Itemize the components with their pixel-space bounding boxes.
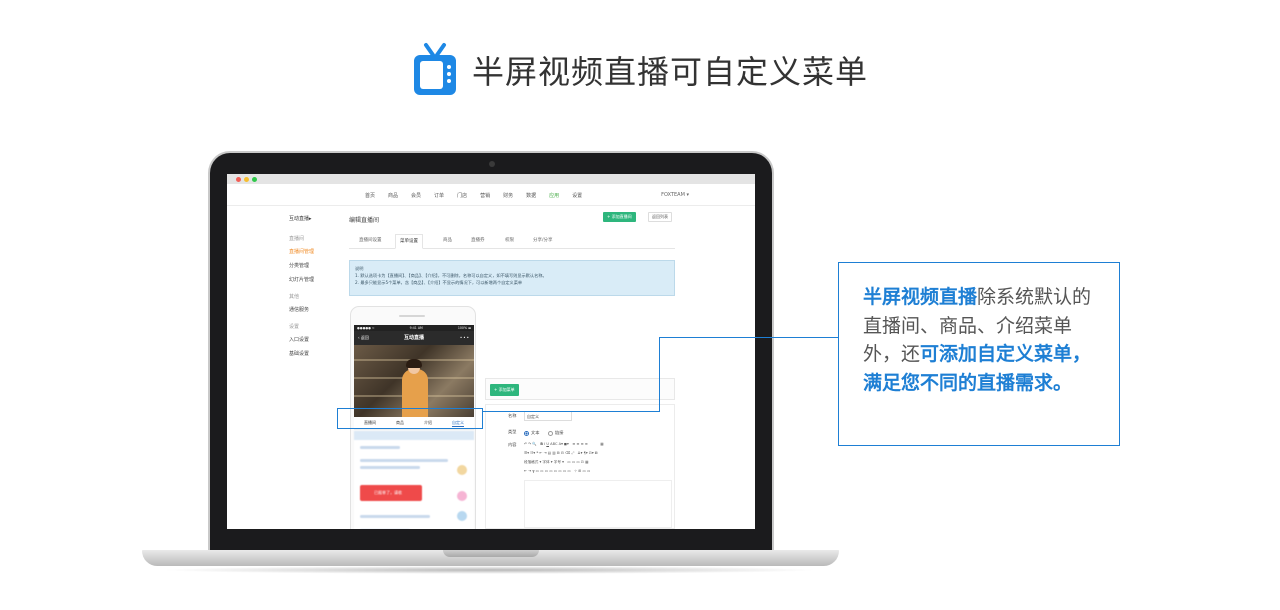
menu-editor: 名称 自定义 类型 文本 链接 内容 ↶ ↷ 🔍 B I U ABC A▾ ◼▾… bbox=[485, 404, 675, 529]
presenter-hair bbox=[406, 359, 422, 368]
top-navigation: 首页 商品 会员 订单 门店 营销 财务 数据 应用 设置 FOXTEAM ▾ bbox=[227, 184, 755, 206]
headline: 半屏视频直播可自定义菜单 bbox=[0, 40, 1280, 100]
callout-connector bbox=[482, 411, 660, 412]
format-selectors[interactable]: 段落格式 ▾ 字体 ▾ 字号 ▾ bbox=[524, 460, 564, 464]
minimize-window-button[interactable] bbox=[244, 176, 249, 182]
laptop-notch bbox=[443, 550, 539, 557]
nav-item-home[interactable]: 首页 bbox=[365, 192, 375, 199]
notice-box: 说明 1. 默认选项卡为【直播间】、【商品】、【介绍】，不可删除，名称可以自定义… bbox=[349, 260, 675, 296]
page-title: 编辑直播间 bbox=[349, 217, 380, 224]
content-label: 内容 bbox=[508, 442, 517, 447]
sidebar-item-basic[interactable]: 基础设置 bbox=[289, 350, 349, 357]
sidebar-section-title: 直播间 bbox=[289, 236, 305, 242]
toolbar-row: ⇤ ⇥ ┳ ▭ ▭ ▭ ▭ ▭ ▭ ▭ ▭ ⊹ ⊞ ▭ ▭ bbox=[524, 469, 591, 473]
sidebar-section-title: 其他 bbox=[289, 294, 300, 300]
sidebar-section-title: 设置 bbox=[289, 324, 300, 330]
tab-goods[interactable]: 商品 bbox=[439, 234, 456, 249]
toolbar-row: ↶ ↷ 🔍 B I U ABC A▾ ◼▾ ≡ ≡ ≡ ≡ ▦ bbox=[524, 442, 604, 446]
live-video[interactable] bbox=[354, 345, 474, 417]
avatar bbox=[457, 465, 467, 475]
sidebar: 互动直播▸ 直播间 直播间管理 分类管理 幻灯片管理 其他 通信服务 设置 入口… bbox=[289, 215, 349, 367]
type-radio-link[interactable]: 链接 bbox=[548, 430, 563, 436]
tab-permissions[interactable]: 权限 bbox=[501, 234, 518, 249]
menu-editor-header: + 添加菜单 bbox=[485, 378, 675, 400]
add-room-button[interactable]: + 添加直播间 bbox=[603, 212, 636, 222]
nav-item-stores[interactable]: 门店 bbox=[457, 192, 467, 199]
laptop-shadow bbox=[160, 566, 820, 574]
radio-label: 文本 bbox=[531, 430, 540, 435]
chat-message bbox=[360, 515, 430, 518]
tabs-highlight-frame bbox=[337, 408, 483, 429]
feature-callout: 半屏视频直播除系统默认的直播间、商品、介绍菜单外，还可添加自定义菜单，满足您不同… bbox=[838, 262, 1120, 446]
tab-room-settings[interactable]: 直播间设置 bbox=[355, 234, 386, 249]
tab-menu-settings[interactable]: 菜单设置 bbox=[395, 234, 423, 249]
radio-checked-icon bbox=[524, 430, 529, 436]
back-to-list-button[interactable]: 返回列表 bbox=[648, 212, 672, 222]
chat-message bbox=[360, 446, 400, 449]
phone-header: ‹ 返回 互动直播 ••• bbox=[354, 331, 474, 345]
chat-red-button[interactable]: 已报单了，请收 bbox=[360, 485, 422, 501]
chat-list: 已报单了，请收 bbox=[354, 431, 474, 529]
rich-text-toolbar[interactable]: ↶ ↷ 🔍 B I U ABC A▾ ◼▾ ≡ ≡ ≡ ≡ ▦ ☰▾ ☷▾ ❝ … bbox=[524, 440, 672, 478]
sidebar-item-slides[interactable]: 幻灯片管理 bbox=[289, 276, 349, 283]
tab-coupons[interactable]: 直播券 bbox=[467, 234, 489, 249]
radio-unchecked-icon bbox=[548, 430, 553, 436]
nav-item-members[interactable]: 会员 bbox=[411, 192, 421, 199]
nav-item-finance[interactable]: 财务 bbox=[503, 192, 513, 199]
tab-bar: 直播间设置 菜单设置 商品 直播券 权限 分享/分享 bbox=[349, 234, 675, 249]
sidebar-module-title[interactable]: 互动直播▸ bbox=[289, 215, 349, 222]
headline-title: 半屏视频直播可自定义菜单 bbox=[471, 53, 868, 91]
chat-message bbox=[360, 459, 448, 462]
menu-name-input[interactable]: 自定义 bbox=[524, 411, 572, 421]
type-label: 类型 bbox=[508, 429, 517, 434]
type-radio-text[interactable]: 文本 bbox=[524, 430, 539, 436]
sidebar-item-room-manage[interactable]: 直播间管理 bbox=[289, 248, 349, 255]
phone-title: 互动直播 bbox=[403, 335, 424, 341]
laptop-screen: 首页 商品 会员 订单 门店 营销 财务 数据 应用 设置 FOXTEAM ▾ … bbox=[227, 174, 755, 529]
maximize-window-button[interactable] bbox=[252, 176, 257, 182]
nav-item-marketing[interactable]: 营销 bbox=[480, 192, 490, 199]
callout-connector bbox=[659, 337, 660, 412]
phone-speaker bbox=[399, 315, 425, 317]
camera-icon bbox=[489, 161, 495, 167]
sidebar-item-communication[interactable]: 通信服务 bbox=[289, 306, 349, 313]
content-editor-area[interactable] bbox=[524, 480, 672, 528]
toolbar-row: ☰▾ ☷▾ ❝ ⇤ ⇥ ▤ ▥ ⊞ ⊟ ⌫ ⤢ ⇊▾ ¶▾ ⊡▾ ⊠ bbox=[524, 451, 598, 455]
browser-titlebar bbox=[227, 174, 755, 184]
nav-item-goods[interactable]: 商品 bbox=[388, 192, 398, 199]
account-menu[interactable]: FOXTEAM ▾ bbox=[661, 192, 689, 198]
notice-line: 1. 默认选项卡为【直播间】、【商品】、【介绍】，不可删除，名称可以自定义，如不… bbox=[355, 273, 547, 278]
name-label: 名称 bbox=[508, 413, 517, 418]
avatar bbox=[457, 491, 467, 501]
nav-item-apps[interactable]: 应用 bbox=[549, 192, 559, 199]
tab-share[interactable]: 分享/分享 bbox=[529, 234, 557, 249]
notice-line: 2. 最多只能显示5个菜单，含【商品】、【介绍】不显示的情况下，可以新增两个自定… bbox=[355, 280, 523, 285]
tv-icon bbox=[413, 43, 456, 95]
nav-item-orders[interactable]: 订单 bbox=[434, 192, 444, 199]
notice-title: 说明 bbox=[355, 266, 364, 271]
avatar bbox=[457, 511, 467, 521]
nav-item-data[interactable]: 数据 bbox=[526, 192, 536, 199]
callout-highlight: 半屏视频直播 bbox=[863, 286, 978, 308]
nav-item-settings[interactable]: 设置 bbox=[572, 192, 582, 199]
close-window-button[interactable] bbox=[236, 176, 241, 182]
chat-header-bar bbox=[354, 431, 474, 440]
sidebar-item-entry[interactable]: 入口设置 bbox=[289, 336, 349, 343]
radio-label: 链接 bbox=[555, 430, 564, 435]
chat-message bbox=[360, 466, 420, 469]
toolbar-row: 段落格式 ▾ 字体 ▾ 字号 ▾ ▭ ▭ ▭ ⊡ ▦ bbox=[524, 460, 589, 464]
add-menu-button[interactable]: + 添加菜单 bbox=[490, 384, 519, 396]
sidebar-item-category[interactable]: 分类管理 bbox=[289, 262, 349, 269]
callout-connector bbox=[659, 337, 838, 338]
more-icon[interactable]: ••• bbox=[460, 331, 470, 345]
